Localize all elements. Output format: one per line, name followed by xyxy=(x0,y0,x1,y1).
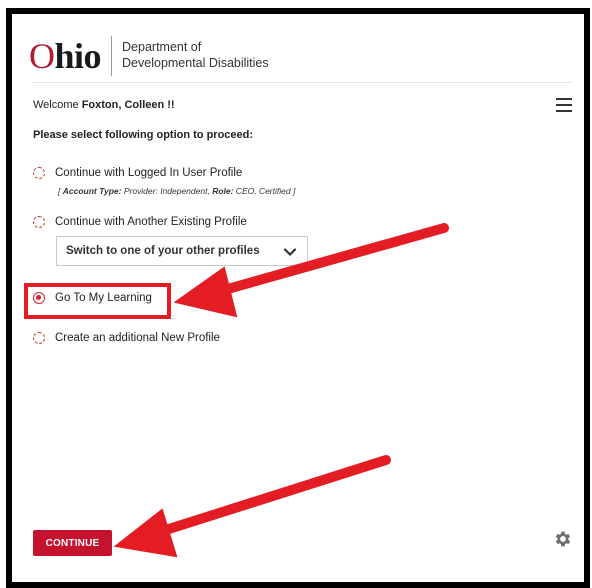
gear-icon[interactable] xyxy=(553,529,573,549)
instruction-text: Please select following option to procee… xyxy=(33,129,254,141)
radio-button[interactable] xyxy=(33,167,45,179)
header-logo: Ohio Department of Developmental Disabil… xyxy=(29,32,269,80)
profile-select[interactable]: Switch to one of your other profiles xyxy=(56,236,308,266)
option-another-existing-profile[interactable]: Continue with Another Existing Profile xyxy=(33,216,247,228)
option-logged-in-profile[interactable]: Continue with Logged In User Profile xyxy=(33,167,242,179)
account-info: [ Account Type: Provider: Independent, R… xyxy=(58,186,296,196)
chevron-down-icon xyxy=(283,248,297,257)
department-name: Department of Developmental Disabilities xyxy=(122,40,269,70)
welcome-message: Welcome Foxton, Colleen !! xyxy=(33,99,175,111)
continue-button[interactable]: CONTINUE xyxy=(33,530,112,556)
radio-button[interactable] xyxy=(33,216,45,228)
option-create-new-profile[interactable]: Create an additional New Profile xyxy=(33,332,220,344)
ohio-logo: Ohio xyxy=(29,36,102,76)
menu-icon[interactable] xyxy=(556,98,572,112)
user-name: Foxton, Colleen !! xyxy=(81,99,175,111)
highlight-box xyxy=(24,283,171,319)
header-divider xyxy=(32,82,572,83)
logo-divider xyxy=(111,36,113,76)
radio-button[interactable] xyxy=(33,332,45,344)
